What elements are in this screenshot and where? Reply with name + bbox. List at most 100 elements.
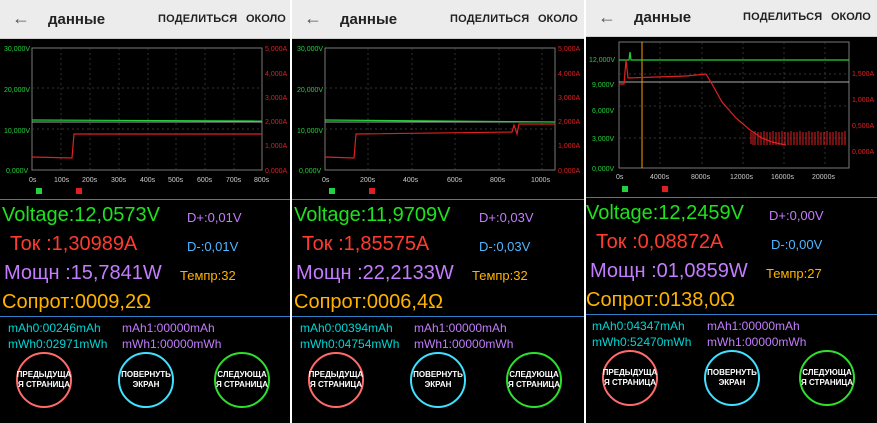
rotate-screen-button[interactable]: ПОВЕРНУТЬ ЭКРАН [704, 350, 760, 406]
page-title: данные [340, 11, 398, 28]
x-tick: 8000s [691, 174, 711, 181]
dplus-reading: D+:0,01V [187, 210, 242, 225]
y-left-tick: 0,000V [299, 168, 322, 175]
current-legend-marker [369, 188, 375, 194]
button-label: ПРЕДЫДУЩА Я СТРАНИЦА [602, 368, 658, 387]
app-bar: ← данные ПОДЕЛИТЬСЯ ОКОЛО [586, 0, 877, 37]
app-bar: ← данные ПОДЕЛИТЬСЯ ОКОЛО [0, 0, 290, 39]
resistance-reading: Сопрот:0009,2Ω [2, 291, 152, 313]
screen-panel-3: ← данные ПОДЕЛИТЬСЯ ОКОЛО 12,000V 9,000V… [586, 0, 877, 423]
separator [0, 199, 290, 200]
button-label: СЛЕДУЮЩА Я СТРАНИЦА [216, 370, 268, 389]
rotate-screen-button[interactable]: ПОВЕРНУТЬ ЭКРАН [410, 352, 466, 408]
mwh0-counter: mWh0:04754mWh [300, 337, 400, 351]
dminus-reading: D-:0,03V [479, 239, 531, 254]
mwh1-counter: mWh1:00000mWh [707, 335, 807, 349]
y-left-tick: 30,000V [4, 46, 30, 53]
x-tick: 200s [360, 177, 376, 184]
voltage-current-chart: 30,000V 20,000V 10,000V 0,000V 5,000A 4,… [297, 46, 581, 184]
mwh1-counter: mWh1:00000mWh [122, 337, 222, 351]
rotate-screen-button[interactable]: ПОВЕРНУТЬ ЭКРАН [118, 352, 174, 408]
y-left-tick: 3,000V [592, 136, 615, 143]
x-tick: 800s [254, 177, 270, 184]
y-left-tick: 6,000V [592, 108, 615, 115]
dminus-reading: D-:0,01V [187, 239, 239, 254]
x-tick: 200s [82, 177, 98, 184]
y-right-tick: 4,000A [558, 71, 581, 78]
power-reading: Мощн :15,7841W [4, 262, 162, 284]
mwh0-counter: mWh0:02971mWh [8, 337, 108, 351]
x-tick: 700s [226, 177, 242, 184]
power-reading: Мощн :22,2133W [296, 262, 454, 284]
voltage-reading: Voltage:12,2459V [586, 202, 744, 224]
about-button[interactable]: ОКОЛО [538, 13, 578, 25]
button-label: ПОВЕРНУТЬ ЭКРАН [413, 370, 463, 389]
y-right-tick: 4,000A [265, 71, 288, 78]
back-arrow-icon[interactable]: ← [598, 7, 616, 28]
y-left-tick: 20,000V [297, 87, 323, 94]
share-button[interactable]: ПОДЕЛИТЬСЯ [158, 13, 237, 25]
temperature-reading: Темпр:27 [766, 266, 822, 281]
app-bar: ← данные ПОДЕЛИТЬСЯ ОКОЛО [292, 0, 584, 39]
previous-page-button[interactable]: ПРЕДЫДУЩА Я СТРАНИЦА [308, 352, 364, 408]
voltage-current-chart: 12,000V 9,000V 6,000V 3,000V 0,000V 1,50… [589, 41, 875, 181]
y-left-tick: 10,000V [297, 128, 323, 135]
current-reading: Ток :1,85575A [302, 233, 430, 255]
about-button[interactable]: ОКОЛО [246, 13, 286, 25]
screen-panel-1: ← данные ПОДЕЛИТЬСЯ ОКОЛО 30,000V 20,000… [0, 0, 290, 423]
current-legend-marker [76, 188, 82, 194]
mah0-counter: mAh0:00246mAh [8, 321, 101, 335]
back-arrow-icon[interactable]: ← [304, 8, 322, 29]
current-reading: Ток :0,08872A [596, 231, 724, 253]
resistance-reading: Сопрот:0138,0Ω [586, 289, 736, 311]
page-title: данные [48, 11, 106, 28]
separator [292, 316, 584, 317]
mah0-counter: mAh0:04347mAh [592, 319, 685, 333]
button-label: ПОВЕРНУТЬ ЭКРАН [121, 370, 171, 389]
next-page-button[interactable]: СЛЕДУЮЩА Я СТРАНИЦА [506, 352, 562, 408]
share-button[interactable]: ПОДЕЛИТЬСЯ [450, 13, 529, 25]
current-legend-marker [662, 186, 668, 192]
y-right-tick: 1,500A [852, 71, 875, 78]
previous-page-button[interactable]: ПРЕДЫДУЩА Я СТРАНИЦА [16, 352, 72, 408]
about-button[interactable]: ОКОЛО [831, 11, 871, 23]
next-page-button[interactable]: СЛЕДУЮЩА Я СТРАНИЦА [214, 352, 270, 408]
previous-page-button[interactable]: ПРЕДЫДУЩА Я СТРАНИЦА [602, 350, 658, 406]
y-right-tick: 3,000A [265, 95, 288, 102]
mah0-counter: mAh0:00394mAh [300, 321, 393, 335]
dplus-reading: D+:0,00V [769, 208, 824, 223]
x-tick: 16000s [771, 174, 794, 181]
y-right-tick: 0,000A [852, 149, 875, 156]
voltage-legend-marker [36, 188, 42, 194]
y-right-tick: 5,000A [558, 46, 581, 53]
x-tick: 20000s [812, 174, 835, 181]
voltage-legend-marker [329, 188, 335, 194]
x-tick: 1000s [531, 177, 551, 184]
share-button[interactable]: ПОДЕЛИТЬСЯ [743, 11, 822, 23]
x-tick: 4000s [650, 174, 670, 181]
x-tick: 100s [54, 177, 70, 184]
button-label: ПРЕДЫДУЩА Я СТРАНИЦА [308, 370, 364, 389]
mah1-counter: mAh1:00000mAh [414, 321, 507, 335]
next-page-button[interactable]: СЛЕДУЮЩА Я СТРАНИЦА [799, 350, 855, 406]
y-left-tick: 9,000V [592, 82, 615, 89]
mah1-counter: mAh1:00000mAh [707, 319, 800, 333]
button-label: СЛЕДУЮЩА Я СТРАНИЦА [508, 370, 560, 389]
page-title: данные [634, 9, 692, 26]
button-label: ПРЕДЫДУЩА Я СТРАНИЦА [16, 370, 72, 389]
back-arrow-icon[interactable]: ← [12, 8, 30, 29]
y-left-tick: 0,000V [592, 166, 615, 173]
temperature-reading: Темпр:32 [180, 268, 236, 283]
voltage-reading: Voltage:12,0573V [2, 204, 160, 226]
separator [0, 316, 290, 317]
current-reading: Ток :1,30989A [10, 233, 138, 255]
x-tick: 0s [616, 174, 624, 181]
button-label: СЛЕДУЮЩА Я СТРАНИЦА [801, 368, 853, 387]
dplus-reading: D+:0,03V [479, 210, 534, 225]
y-left-tick: 30,000V [297, 46, 323, 53]
x-tick: 600s [447, 177, 463, 184]
x-tick: 800s [490, 177, 506, 184]
x-tick: 0s [29, 177, 37, 184]
button-label: ПОВЕРНУТЬ ЭКРАН [707, 368, 757, 387]
y-left-tick: 10,000V [4, 128, 30, 135]
